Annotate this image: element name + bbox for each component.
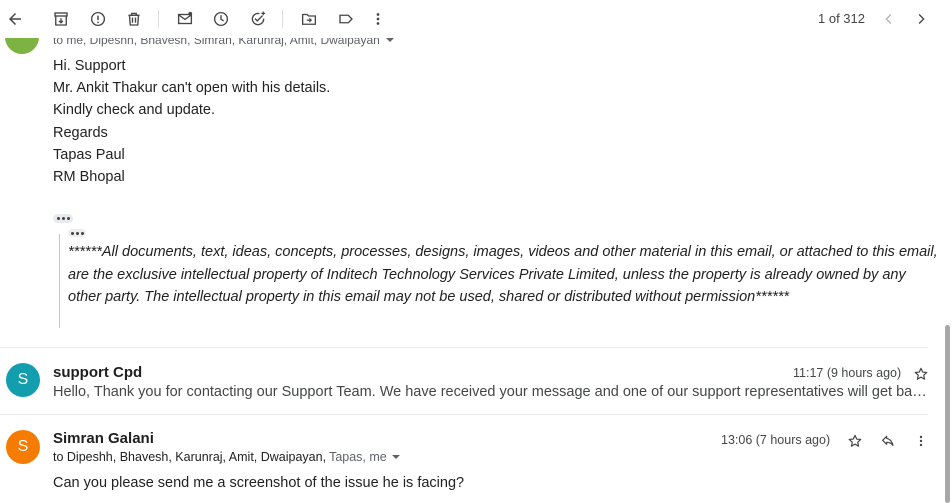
chevron-right-icon[interactable] — [910, 8, 932, 30]
label-icon[interactable] — [335, 8, 357, 30]
back-arrow-icon[interactable] — [4, 8, 26, 30]
avatar: S — [6, 363, 40, 397]
disclaimer-text: ******All documents, text, ideas, concep… — [68, 244, 938, 305]
chevron-left-icon[interactable] — [878, 8, 900, 30]
delete-icon[interactable] — [123, 8, 145, 30]
reply-icon[interactable] — [878, 431, 898, 451]
message-divider — [0, 414, 928, 415]
caret-down-icon[interactable] — [385, 38, 394, 42]
toolbar-divider — [158, 10, 159, 28]
message-snippet[interactable]: Hello, Thank you for contacting our Supp… — [53, 384, 928, 400]
scrollbar-thumb[interactable] — [945, 325, 950, 503]
avatar-letter: S — [17, 438, 29, 455]
avatar: S — [6, 430, 40, 464]
add-task-icon[interactable] — [247, 8, 269, 30]
body-line: Can you please send me a screenshot of t… — [53, 475, 465, 491]
star-icon[interactable] — [911, 364, 931, 384]
quote-bar — [59, 234, 60, 328]
sender-name[interactable]: Simran Galani — [53, 430, 154, 447]
star-icon[interactable] — [845, 431, 865, 451]
move-to-icon[interactable] — [298, 8, 320, 30]
report-spam-icon[interactable] — [87, 8, 109, 30]
avatar-letter: S — [17, 371, 29, 388]
recipients-text: to Dipeshh, Bhavesh, Karunraj, Amit, Dwa… — [53, 450, 327, 464]
body-line: Hi. Support — [53, 58, 126, 74]
snooze-icon[interactable] — [210, 8, 232, 30]
timestamp: 13:06 (7 hours ago) — [721, 433, 831, 447]
body-line: Regards — [53, 125, 108, 141]
toolbar-divider — [282, 10, 283, 28]
caret-down-icon[interactable] — [391, 455, 400, 459]
body-line: Mr. Ankit Thakur can't open with his det… — [53, 80, 331, 96]
body-line: Kindly check and update. — [53, 102, 216, 118]
show-trimmed-content-button[interactable] — [53, 214, 73, 223]
timestamp: 11:17 (9 hours ago) — [793, 366, 902, 380]
more-vert-icon[interactable] — [911, 431, 931, 451]
recipients-details[interactable]: to Dipeshh, Bhavesh, Karunraj, Amit, Dwa… — [53, 450, 400, 464]
message-counter: 1 of 312 — [818, 11, 865, 26]
more-vert-icon[interactable] — [367, 8, 389, 30]
show-quoted-text-button[interactable] — [68, 229, 86, 237]
sender-name[interactable]: support Cpd — [53, 364, 142, 381]
message-divider — [0, 347, 928, 348]
toolbar: 1 of 312 — [0, 0, 952, 38]
mark-unread-icon[interactable] — [174, 8, 196, 30]
recipients-muted-text: Tapas, me — [329, 450, 387, 464]
body-line: Tapas Paul — [53, 147, 125, 163]
body-line: RM Bhopal — [53, 169, 125, 185]
archive-icon[interactable] — [50, 8, 72, 30]
